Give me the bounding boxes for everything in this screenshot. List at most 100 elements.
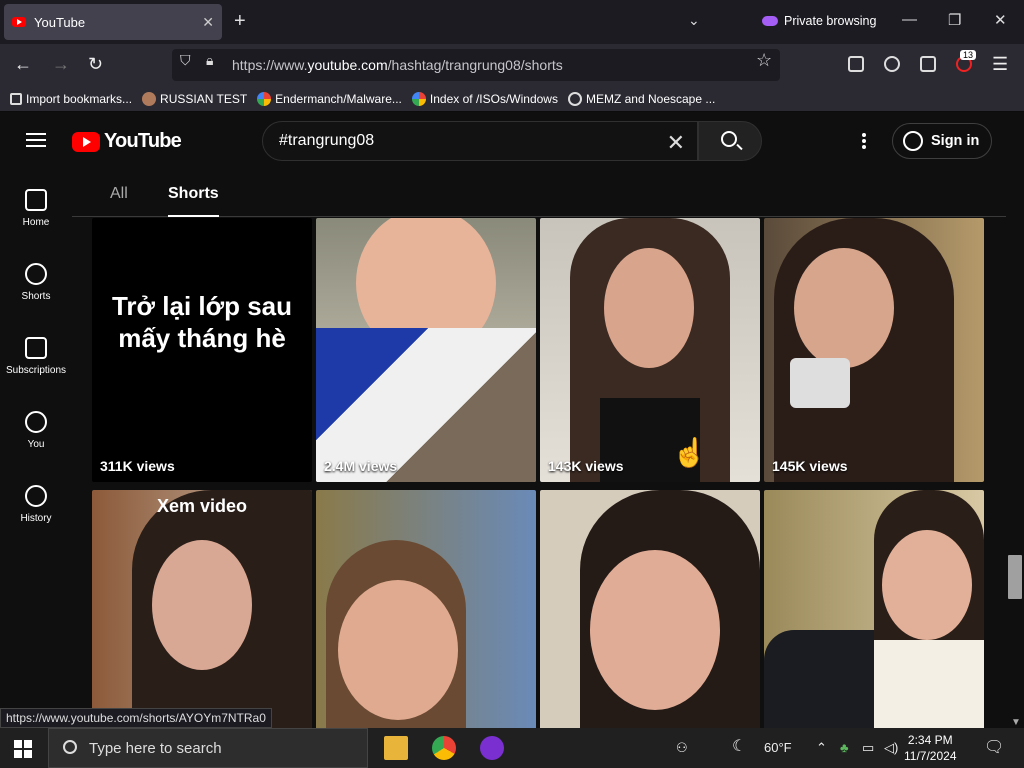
file-explorer-icon[interactable] [384,736,408,760]
thumbnail-image [794,248,894,368]
settings-kebab-icon[interactable] [862,133,866,149]
menu-icon[interactable]: ☰ [992,54,1008,75]
nav-you[interactable]: You [0,411,72,450]
account-icon[interactable] [884,56,900,72]
clock-time: 2:34 PM [907,733,953,747]
maximize-button[interactable]: ❐ [948,11,961,29]
tab-shorts[interactable]: Shorts [168,185,219,217]
network-icon[interactable]: ▭ [862,740,874,756]
pocket-icon[interactable] [848,56,864,72]
page-scrollbar[interactable]: ▼ [1006,217,1024,728]
thumbnail-image [874,640,984,728]
short-views: 143K views [548,458,624,474]
scrollbar-thumb[interactable] [1008,555,1022,599]
start-button[interactable] [14,740,32,758]
globe-icon [567,91,582,106]
nav-label: You [27,439,45,450]
tab-close-button[interactable]: ✕ [202,14,214,31]
short-card[interactable] [316,490,536,728]
overlay-line: Trở lại lớp sau [111,291,293,321]
nav-history[interactable]: History [0,485,72,524]
history-icon [25,485,47,507]
shield-icon[interactable]: ⛉ [180,52,191,69]
volume-icon[interactable]: ◁) [884,740,898,756]
new-tab-button[interactable]: + [234,10,246,33]
lock-icon[interactable]: 🔒︎ [206,52,213,69]
tray-chevron-icon[interactable]: ⌃ [816,740,827,756]
youtube-header: YouTube #trangrung08 ✕ Sign in [0,113,1024,169]
you-icon [25,411,47,433]
tab-all[interactable]: All [110,185,128,203]
thumbnail-image [882,530,972,640]
browser-nav-bar: ← → ↻ https://www. youtube.com/hashtag/tr… [0,44,1024,86]
taskbar-clock[interactable]: 2:34 PM 11/7/2024 [904,732,957,764]
reload-button[interactable]: ↻ [88,54,103,75]
tray-app-icon[interactable]: ♣ [840,740,849,755]
thumbnail-image [590,550,720,710]
taskbar-search[interactable]: Type here to search [48,728,368,768]
sign-in-button[interactable]: Sign in [892,123,992,159]
close-window-button[interactable]: ✕ [994,11,1007,29]
weather-moon-icon[interactable]: ☾ [732,736,746,756]
youtube-play-icon [72,131,100,152]
sign-in-label: Sign in [931,133,980,149]
overlay-line: mấy tháng hè [118,323,286,353]
search-icon [63,740,77,754]
short-card[interactable]: Trở lại lớp sau mấy tháng hè 311K views [92,218,312,482]
bookmark-star-icon[interactable]: ☆ [756,50,772,71]
forward-button[interactable]: → [52,54,70,75]
nav-label: Shorts [21,291,51,302]
notifications-icon[interactable]: 🗨︎ [984,737,1004,757]
scroll-down-arrow-icon[interactable]: ▼ [1011,717,1021,728]
search-input[interactable]: #trangrung08 ✕ [262,121,698,161]
search-button[interactable] [698,121,762,161]
back-button[interactable]: ← [14,54,32,75]
guide-menu-button[interactable] [26,133,46,147]
nav-home[interactable]: Home [0,189,72,228]
short-card[interactable] [764,490,984,728]
status-url-tooltip: https://www.youtube.com/shorts/AYOYm7NTR… [0,708,272,728]
browser-tab[interactable]: YouTube ✕ [4,4,222,40]
phone-icon [790,358,850,408]
youtube-logo[interactable]: YouTube [72,130,182,153]
short-card[interactable]: 2.4M views [316,218,536,482]
short-overlay-text: Trở lại lớp sau mấy tháng hè [92,290,312,354]
browser-tab-bar: YouTube ✕ + ⌄ Private browsing — ❐ ✕ [0,0,1024,44]
bookmark-label: MEMZ and Noescape ... [585,91,716,106]
bookmark-item[interactable]: Import bookmarks... [10,92,132,106]
people-icon[interactable]: ⚇ [676,740,688,756]
windows-taskbar: Type here to search ⚇ ☾ 60°F ⌃ ♣ ▭ ◁) 2:… [0,728,1024,768]
bookmark-label: Index of /ISOs/Windows [429,91,558,106]
nav-subscriptions[interactable]: Subscriptions [0,337,72,376]
bookmark-item[interactable]: MEMZ and Noescape ... [567,91,716,106]
url-bar[interactable]: https://www. youtube.com/hashtag/trangrun… [172,49,780,81]
short-card[interactable]: 145K views [764,218,984,482]
short-card[interactable]: 143K views [540,218,760,482]
short-card[interactable] [540,490,760,728]
bookmark-item[interactable]: Index of /ISOs/Windows [411,91,558,106]
import-icon [10,92,22,105]
firefox-private-icon[interactable] [480,736,504,760]
youtube-favicon-icon [12,17,26,27]
thumbnail-image [338,580,458,720]
minimize-button[interactable]: — [902,11,917,28]
private-browsing-label: Private browsing [784,14,877,28]
thumbnail-image [604,248,694,368]
shorts-grid: Trở lại lớp sau mấy tháng hè 311K views … [92,218,984,728]
clear-search-icon[interactable]: ✕ [667,130,685,156]
url-host: youtube.com [307,57,388,73]
chrome-icon[interactable] [432,736,456,760]
extensions-icon[interactable] [920,56,936,72]
short-card[interactable]: Xem video [92,490,312,728]
short-overlay-text: Xem video [156,496,248,516]
bookmark-item[interactable]: Endermanch/Malware... [257,91,402,106]
subscriptions-icon [25,337,47,359]
clock-date: 11/7/2024 [904,749,957,763]
weather-temp[interactable]: 60°F [764,740,792,755]
list-tabs-chevron-icon[interactable]: ⌄ [688,12,700,29]
short-views: 2.4M views [324,458,398,474]
bookmark-item[interactable]: RUSSIAN TEST [142,91,247,106]
url-path: /hashtag/trangrung08/shorts [387,57,563,73]
thumbnail-image [764,630,874,728]
nav-shorts[interactable]: Shorts [0,263,72,302]
